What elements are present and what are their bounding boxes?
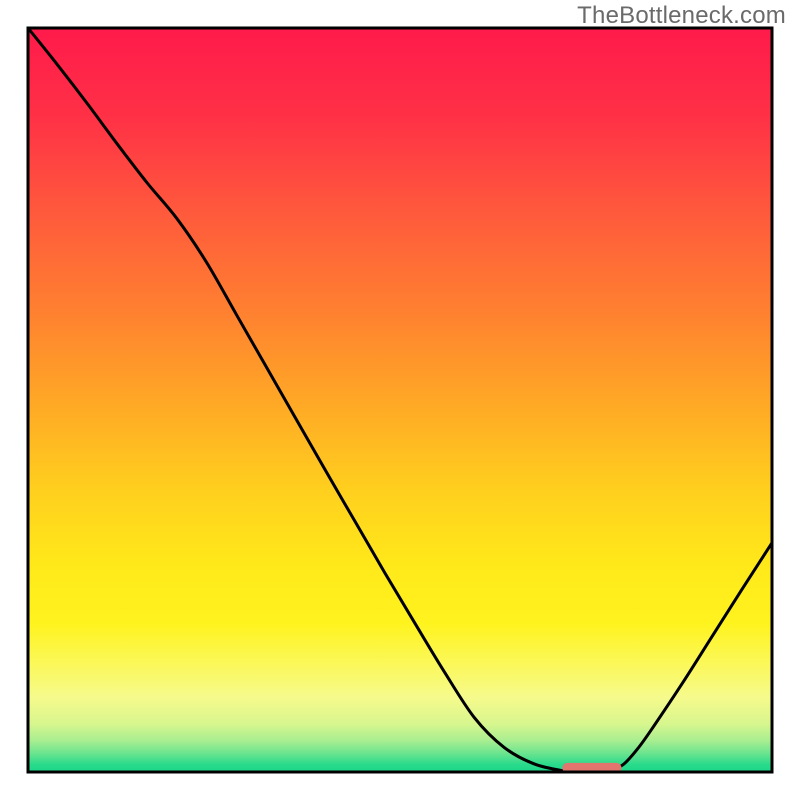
plot-background xyxy=(28,28,772,772)
chart-container: TheBottleneck.com xyxy=(0,0,800,800)
watermark-text: TheBottleneck.com xyxy=(577,2,786,30)
chart-svg xyxy=(0,0,800,800)
